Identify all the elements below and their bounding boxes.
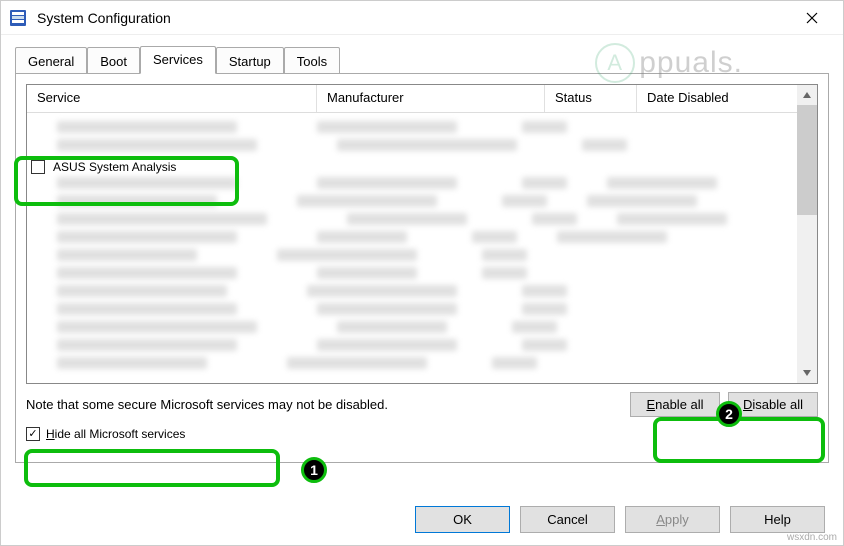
system-configuration-window: System Configuration General Boot Servic…	[0, 0, 844, 546]
source-watermark: wsxdn.com	[787, 532, 837, 543]
apply-button[interactable]: Apply	[625, 506, 720, 533]
tab-strip: General Boot Services Startup Tools	[15, 46, 829, 74]
service-checkbox[interactable]	[31, 160, 45, 174]
vertical-scrollbar[interactable]	[797, 85, 817, 383]
ok-button[interactable]: OK	[415, 506, 510, 533]
service-row-asus[interactable]: ASUS System Analysis	[27, 157, 817, 177]
hide-ms-checkbox-row: Hide all Microsoft services	[26, 427, 818, 441]
column-status[interactable]: Status	[545, 85, 637, 112]
scroll-thumb[interactable]	[797, 105, 817, 215]
disabled-services-note: Note that some secure Microsoft services…	[26, 397, 622, 412]
help-button[interactable]: Help	[730, 506, 825, 533]
hide-ms-label[interactable]: Hide all Microsoft services	[46, 427, 185, 441]
annotation-badge-1: 1	[301, 457, 327, 483]
hide-ms-checkbox[interactable]	[26, 427, 40, 441]
tab-services[interactable]: Services	[140, 46, 216, 74]
services-table: Service Manufacturer Status Date Disable…	[26, 84, 818, 384]
column-manufacturer[interactable]: Manufacturer	[317, 85, 545, 112]
msconfig-icon	[9, 9, 27, 27]
table-body: ASUS System Analysis	[27, 113, 817, 369]
column-date-disabled[interactable]: Date Disabled	[637, 85, 817, 112]
enable-all-button[interactable]: Enable all	[630, 392, 720, 417]
window-title: System Configuration	[37, 10, 789, 26]
content-area: General Boot Services Startup Tools Serv…	[1, 35, 843, 463]
tab-general[interactable]: General	[15, 47, 87, 75]
scroll-down-button[interactable]	[797, 363, 817, 383]
table-header: Service Manufacturer Status Date Disable…	[27, 85, 817, 113]
column-service[interactable]: Service	[27, 85, 317, 112]
cancel-button[interactable]: Cancel	[520, 506, 615, 533]
service-name: ASUS System Analysis	[53, 160, 176, 174]
tab-tools[interactable]: Tools	[284, 47, 340, 75]
titlebar: System Configuration	[1, 1, 843, 35]
annotation-badge-2: 2	[716, 401, 742, 427]
tab-boot[interactable]: Boot	[87, 47, 140, 75]
note-row: Note that some secure Microsoft services…	[26, 392, 818, 417]
services-panel: Service Manufacturer Status Date Disable…	[15, 73, 829, 463]
scroll-track[interactable]	[797, 215, 817, 363]
dialog-buttons: OK Cancel Apply Help	[415, 506, 825, 533]
close-button[interactable]	[789, 3, 835, 33]
tab-startup[interactable]: Startup	[216, 47, 284, 75]
scroll-up-button[interactable]	[797, 85, 817, 105]
